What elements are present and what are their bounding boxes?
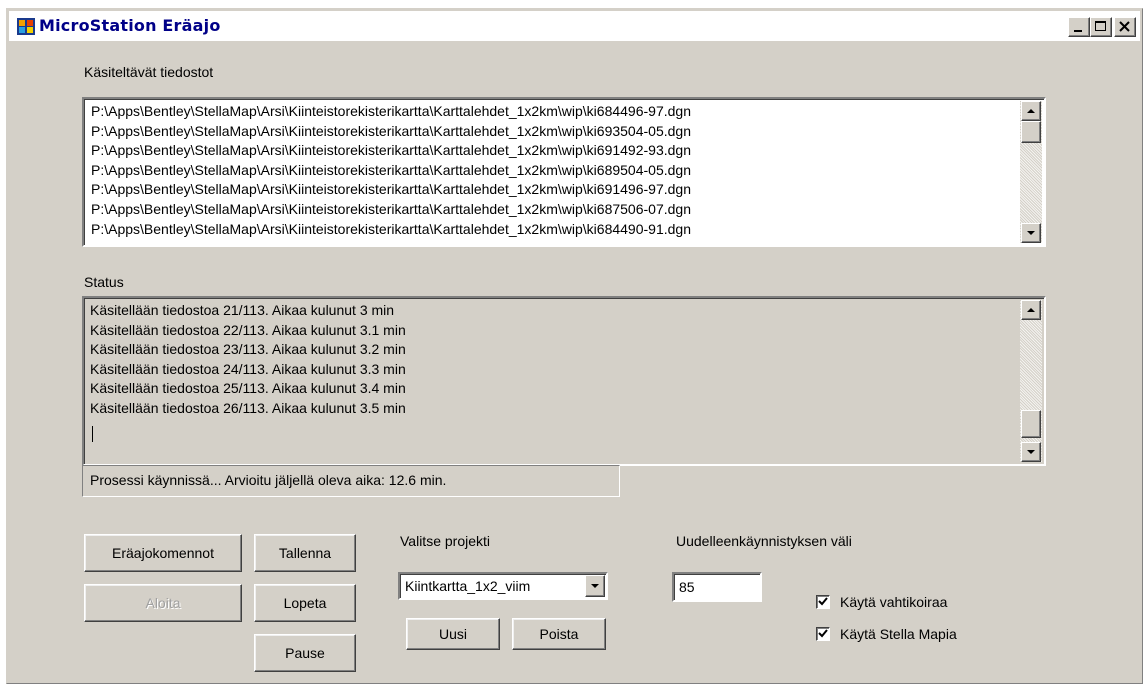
file-list-item[interactable]: P:\Apps\Bentley\StellaMap\Arsi\Kiinteist… bbox=[91, 220, 1014, 240]
scroll-thumb[interactable] bbox=[1021, 121, 1041, 143]
project-selected-value: Kiintkartta_1x2_viim bbox=[405, 578, 531, 594]
project-label: Valitse projekti bbox=[400, 533, 491, 549]
status-scroll-up-button[interactable] bbox=[1021, 300, 1041, 320]
chevron-down-icon bbox=[591, 584, 599, 588]
stella-label: Käytä Stella Mapia bbox=[840, 626, 957, 642]
status-line: Käsitellään tiedostoa 22/113. Aikaa kulu… bbox=[90, 321, 406, 338]
window-title: MicroStation Eräajo bbox=[39, 16, 221, 35]
minimize-button[interactable] bbox=[1068, 17, 1090, 37]
close-icon bbox=[1119, 21, 1130, 32]
status-line: Käsitellään tiedostoa 21/113. Aikaa kulu… bbox=[90, 302, 395, 318]
batch-commands-button[interactable]: Eräajokomennot bbox=[84, 534, 242, 572]
scroll-up-button[interactable] bbox=[1021, 101, 1041, 121]
title-bar[interactable]: MicroStation Eräajo bbox=[9, 11, 1140, 41]
new-project-button[interactable]: Uusi bbox=[406, 618, 500, 650]
project-dropdown-button[interactable] bbox=[585, 575, 605, 597]
files-label: Käsiteltävät tiedostot bbox=[84, 64, 214, 80]
stella-checkbox[interactable] bbox=[816, 627, 830, 641]
watchdog-label: Käytä vahtikoiraa bbox=[840, 594, 948, 610]
restart-interval-input[interactable]: 85 bbox=[672, 572, 762, 602]
text-cursor bbox=[92, 426, 93, 442]
checkmark-icon bbox=[818, 629, 828, 638]
files-scrollbar[interactable] bbox=[1020, 101, 1042, 243]
maximize-icon bbox=[1095, 21, 1106, 31]
file-list-item[interactable]: P:\Apps\Bentley\StellaMap\Arsi\Kiinteist… bbox=[91, 161, 1014, 181]
files-listbox[interactable]: P:\Apps\Bentley\StellaMap\Arsi\Kiinteist… bbox=[82, 97, 1046, 247]
arrow-up-icon bbox=[1027, 308, 1035, 312]
file-list-item[interactable]: P:\Apps\Bentley\StellaMap\Arsi\Kiinteist… bbox=[91, 141, 1014, 161]
start-button[interactable]: Aloita bbox=[84, 584, 242, 622]
status-scroll-thumb[interactable] bbox=[1021, 410, 1041, 438]
files-list: P:\Apps\Bentley\StellaMap\Arsi\Kiinteist… bbox=[91, 102, 1014, 239]
progress-text: Prosessi käynnissä... Arvioitu jäljellä … bbox=[90, 472, 447, 488]
restart-interval-value: 85 bbox=[679, 579, 695, 595]
status-line: Käsitellään tiedostoa 24/113. Aikaa kulu… bbox=[90, 360, 406, 377]
file-list-item[interactable]: P:\Apps\Bentley\StellaMap\Arsi\Kiinteist… bbox=[91, 180, 1014, 200]
arrow-down-icon bbox=[1027, 450, 1035, 454]
status-scroll-down-button[interactable] bbox=[1021, 442, 1041, 462]
checkmark-icon bbox=[818, 597, 828, 606]
status-label: Status bbox=[84, 274, 124, 290]
file-list-item[interactable]: P:\Apps\Bentley\StellaMap\Arsi\Kiinteist… bbox=[91, 122, 1014, 142]
delete-project-button[interactable]: Poista bbox=[512, 618, 606, 650]
file-list-item[interactable]: P:\Apps\Bentley\StellaMap\Arsi\Kiinteist… bbox=[91, 200, 1014, 220]
status-lines: Käsitellään tiedostoa 21/113. Aikaa kulu… bbox=[90, 301, 1014, 419]
file-list-item[interactable]: P:\Apps\Bentley\StellaMap\Arsi\Kiinteist… bbox=[91, 102, 1014, 122]
status-line: Käsitellään tiedostoa 23/113. Aikaa kulu… bbox=[90, 341, 406, 358]
status-line: Käsitellään tiedostoa 26/113. Aikaa kulu… bbox=[90, 399, 406, 416]
progress-status: Prosessi käynnissä... Arvioitu jäljellä … bbox=[82, 465, 620, 497]
scroll-down-button[interactable] bbox=[1021, 223, 1041, 243]
status-line: Käsitellään tiedostoa 25/113. Aikaa kulu… bbox=[90, 380, 406, 397]
arrow-up-icon bbox=[1027, 109, 1035, 113]
watchdog-checkbox[interactable] bbox=[816, 595, 830, 609]
app-icon bbox=[17, 18, 35, 35]
pause-button[interactable]: Pause bbox=[254, 634, 356, 672]
maximize-button[interactable] bbox=[1090, 17, 1112, 37]
minimize-icon bbox=[1074, 30, 1082, 32]
status-log[interactable]: Käsitellään tiedostoa 21/113. Aikaa kulu… bbox=[82, 296, 1046, 466]
save-button[interactable]: Tallenna bbox=[254, 534, 356, 572]
stop-button[interactable]: Lopeta bbox=[254, 584, 356, 622]
close-button[interactable] bbox=[1114, 17, 1136, 37]
restart-interval-label: Uudelleenkäynnistyksen väli bbox=[676, 533, 852, 549]
arrow-down-icon bbox=[1027, 231, 1035, 235]
project-select[interactable]: Kiintkartta_1x2_viim bbox=[398, 572, 608, 600]
status-scrollbar[interactable] bbox=[1020, 300, 1042, 462]
